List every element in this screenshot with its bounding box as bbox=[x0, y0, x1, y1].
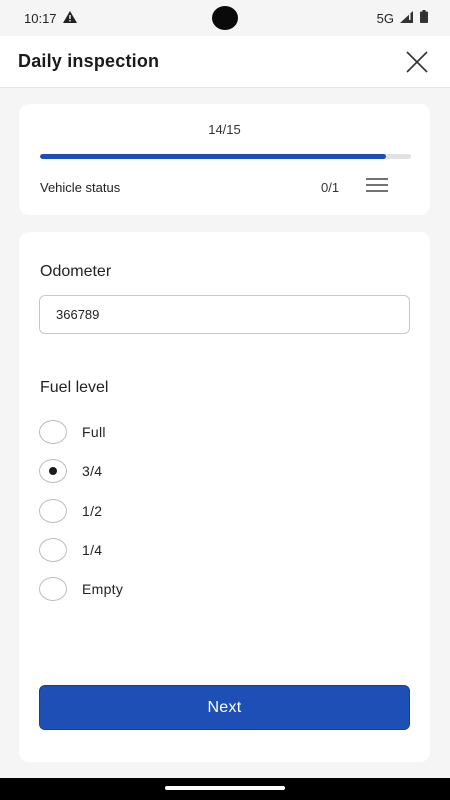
progress-fill bbox=[40, 154, 387, 159]
radio-option-half[interactable]: 1/2 bbox=[39, 498, 410, 524]
next-button[interactable]: Next bbox=[39, 685, 410, 730]
progress-bar bbox=[40, 154, 411, 159]
radio-button[interactable] bbox=[39, 577, 67, 601]
radio-button[interactable] bbox=[39, 459, 67, 483]
network-label: 5G bbox=[376, 10, 394, 26]
radio-option-three-quarters[interactable]: 3/4 bbox=[39, 458, 410, 484]
progress-count: 14/15 bbox=[208, 122, 241, 137]
radio-label: 1/4 bbox=[82, 542, 103, 558]
status-time: 10:17 bbox=[24, 10, 57, 26]
section-label: Vehicle status bbox=[40, 180, 121, 195]
odometer-label: Odometer bbox=[40, 263, 112, 280]
radio-label: Full bbox=[82, 424, 106, 440]
fuel-level-label: Fuel level bbox=[40, 379, 109, 396]
warning-icon bbox=[62, 10, 77, 26]
form-card: Odometer Fuel level Full 3/4 1/2 1/4 Emp… bbox=[19, 232, 430, 762]
status-right: 5G bbox=[377, 10, 428, 26]
radio-button[interactable] bbox=[39, 499, 67, 523]
radio-option-empty[interactable]: Empty bbox=[39, 576, 410, 602]
close-icon bbox=[406, 50, 428, 73]
radio-label: 3/4 bbox=[82, 463, 103, 479]
section-count: 0/1 bbox=[321, 180, 340, 195]
radio-selected-dot bbox=[49, 467, 57, 475]
radio-label: 1/2 bbox=[82, 503, 103, 519]
home-handle[interactable] bbox=[165, 786, 285, 790]
radio-button[interactable] bbox=[39, 538, 67, 562]
close-button[interactable] bbox=[404, 49, 430, 75]
app-header: Daily inspection bbox=[0, 36, 450, 88]
radio-button[interactable] bbox=[39, 420, 67, 444]
signal-icon bbox=[400, 10, 414, 26]
radio-label: Empty bbox=[82, 581, 124, 597]
menu-icon bbox=[366, 178, 388, 192]
system-nav-bar bbox=[0, 778, 450, 800]
camera-cutout bbox=[212, 6, 238, 30]
odometer-input[interactable] bbox=[39, 295, 410, 334]
sections-menu-button[interactable] bbox=[366, 177, 390, 197]
status-left: 10:17 bbox=[24, 10, 77, 26]
progress-card: 14/15 Vehicle status 0/1 bbox=[19, 104, 430, 215]
radio-option-full[interactable]: Full bbox=[39, 419, 410, 445]
battery-icon bbox=[420, 10, 428, 26]
radio-option-quarter[interactable]: 1/4 bbox=[39, 537, 410, 563]
page-title: Daily inspection bbox=[18, 51, 160, 71]
